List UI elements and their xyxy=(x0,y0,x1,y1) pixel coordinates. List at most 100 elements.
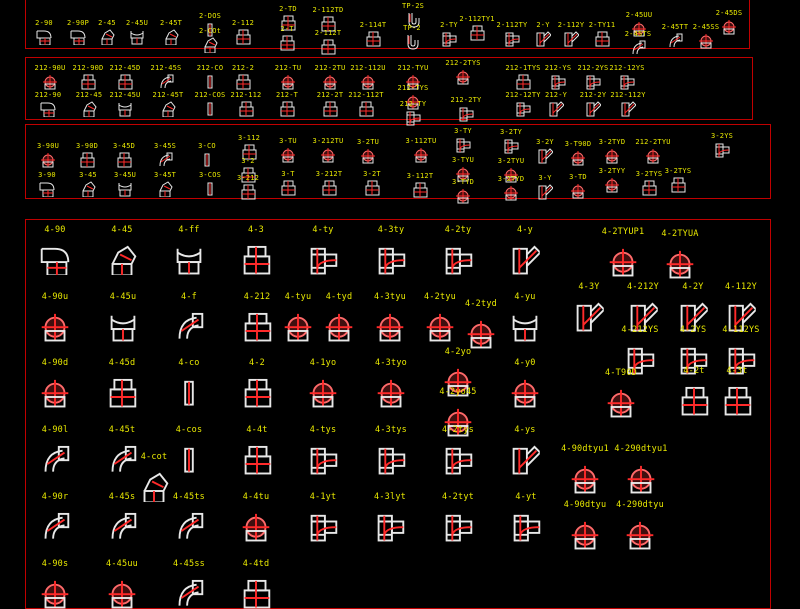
fitting-label: 212-TYS xyxy=(397,84,429,92)
fitting-4-2t: 4-2t xyxy=(681,366,709,416)
tee-fitting-icon xyxy=(280,35,295,51)
teey-fitting-icon xyxy=(310,447,338,475)
elbow45-fitting-icon xyxy=(162,101,176,117)
cross-fitting-icon xyxy=(699,34,713,49)
fitting-label: 212-112Y xyxy=(610,91,646,99)
fitting-212-45: 212-45 xyxy=(76,91,102,117)
fitting-label: 3-212 xyxy=(236,174,260,182)
fitting-3-112: 3-112 xyxy=(238,134,260,160)
fitting-2-112y: 2-112Y xyxy=(558,21,584,47)
fitting-4-3tyo: 4-3tyo xyxy=(375,358,407,408)
cross-fitting-icon xyxy=(609,248,637,277)
fitting-3-td: 3-TD xyxy=(569,173,587,199)
fitting-4-90dtyu: 4-90dtyu xyxy=(564,500,606,550)
fitting-4-3lyt: 4-3lyt xyxy=(374,492,406,542)
fitting-2-t: 2-T xyxy=(280,25,295,51)
fitting-2-45uu: 2-45UU xyxy=(626,11,652,37)
fitting-3-2tyd: 3-2TYD xyxy=(599,138,625,164)
elbowS-fitting-icon xyxy=(111,512,137,539)
cross-fitting-icon xyxy=(511,379,539,408)
fitting-4-2: 4-2 xyxy=(244,358,272,408)
fitting-label: 4-212 xyxy=(243,292,271,302)
fitting-212-2ys: 212-2YS xyxy=(578,64,608,90)
elbowS-fitting-icon xyxy=(44,512,70,539)
fitting-212-90u: 212-90U xyxy=(35,64,65,90)
fitting-3-ty: 3-TY xyxy=(454,127,472,153)
cross-fitting-icon xyxy=(281,148,295,163)
fitting-label: 3-2 xyxy=(241,157,255,165)
fitting-212-tys: 212-TYS xyxy=(398,84,428,110)
fitting-label: 212-2 xyxy=(231,64,255,72)
fitting-label: 212-CO xyxy=(196,64,224,72)
fitting-tp-2: TP-2 xyxy=(403,24,421,50)
fitting-2-cot: 2-COt xyxy=(199,27,221,53)
fitting-label: 4-3tyu xyxy=(374,292,406,302)
teey-fitting-icon xyxy=(445,447,473,475)
cross-fitting-icon xyxy=(43,75,57,90)
teey-fitting-icon xyxy=(505,32,520,47)
fitting-label: 3-112TU xyxy=(405,137,437,145)
fitting-label: 3-90 xyxy=(38,171,56,179)
elbowS-fitting-icon xyxy=(178,512,204,539)
tee-fitting-icon xyxy=(243,245,271,275)
fitting-label: 4-T90D xyxy=(605,368,637,378)
tee-fitting-icon xyxy=(724,386,752,416)
fitting-212-t: 212-T xyxy=(276,91,298,117)
cross-fitting-icon xyxy=(571,151,585,166)
cross-fitting-icon xyxy=(41,580,69,609)
cross-fitting-icon xyxy=(646,149,660,164)
fitting-212-2tyu: 212-2TYU xyxy=(635,138,670,164)
fitting-212-12ys: 212-12YS xyxy=(609,64,644,90)
teey-fitting-icon xyxy=(620,75,635,90)
fitting-label: 212-45U xyxy=(109,91,141,99)
fitting-label: 4-3tys xyxy=(375,425,407,435)
elbow90-fitting-icon xyxy=(70,30,86,45)
cross-fitting-icon xyxy=(321,148,335,163)
fitting-3-2tu: 3-2TU xyxy=(357,138,379,164)
fitting-3-90u: 3-90U xyxy=(37,142,59,168)
cross-fitting-icon xyxy=(626,521,654,550)
fitting-label: 4-1yo xyxy=(309,358,337,368)
tee-fitting-icon xyxy=(244,312,272,342)
fitting-label: 3-90D xyxy=(75,142,99,150)
fitting-3-45: 3-45 xyxy=(79,171,97,197)
fitting-4-112y: 4-112Y xyxy=(725,282,757,332)
fitting-label: 4-cot xyxy=(140,452,168,462)
fitting-label: 4-90 xyxy=(44,225,66,235)
fitting-label: 3-TU xyxy=(279,137,297,145)
fitting-label: 4-3 xyxy=(248,225,264,235)
fitting-label: 2-112TY xyxy=(496,21,528,29)
fitting-2-45ds: 2-45DS xyxy=(716,9,742,35)
fitting-label: 3-COS xyxy=(198,171,222,179)
fitting-2-112td: 2-112TD xyxy=(313,6,343,32)
fitting-label: 3-Y xyxy=(538,174,552,182)
fitting-4-4td: 4-4td xyxy=(243,559,271,609)
fitting-label: 212-45 xyxy=(75,91,103,99)
fitting-label: 2-DOS xyxy=(198,12,222,20)
fitting-label: 212-2YS xyxy=(577,64,609,72)
fitting-4-2ty: 4-2ty xyxy=(445,225,473,275)
fitting-2-45ts: 2-45TS xyxy=(625,30,651,55)
fitting-4-1yo: 4-1yo xyxy=(310,358,337,408)
fitting-label: 4-3Y xyxy=(578,282,600,292)
elbow45-fitting-icon xyxy=(204,37,218,53)
fitting-label: 212-2TYU xyxy=(635,138,671,146)
wye-fitting-icon xyxy=(576,302,605,332)
fitting-4-90l: 4-90l xyxy=(42,425,70,472)
fitting-212-y: 212-Y xyxy=(545,91,567,117)
cross-fitting-icon xyxy=(377,379,405,408)
tee-fitting-icon xyxy=(366,31,381,47)
u-fitting-icon xyxy=(110,315,136,342)
fitting-3-2: 3-2 xyxy=(241,157,256,183)
cross-fitting-icon xyxy=(376,313,404,342)
tee-fitting-icon xyxy=(109,378,137,408)
fitting-label: 4-tys xyxy=(309,425,337,435)
fitting-label: 3-2TYD xyxy=(598,138,626,146)
fitting-212-2ty: 212-2TY xyxy=(451,96,481,122)
fitting-2-45tt: 2-45TT xyxy=(662,23,688,48)
elbowS-fitting-icon xyxy=(111,445,137,472)
fitting-4-112ys: 4-112YS xyxy=(722,325,759,375)
fitting-4-290dtyu: 4-290dtyu xyxy=(616,500,664,550)
fitting-label: 2-45TS xyxy=(624,30,652,38)
fitting-label: 2-114T xyxy=(359,21,387,29)
